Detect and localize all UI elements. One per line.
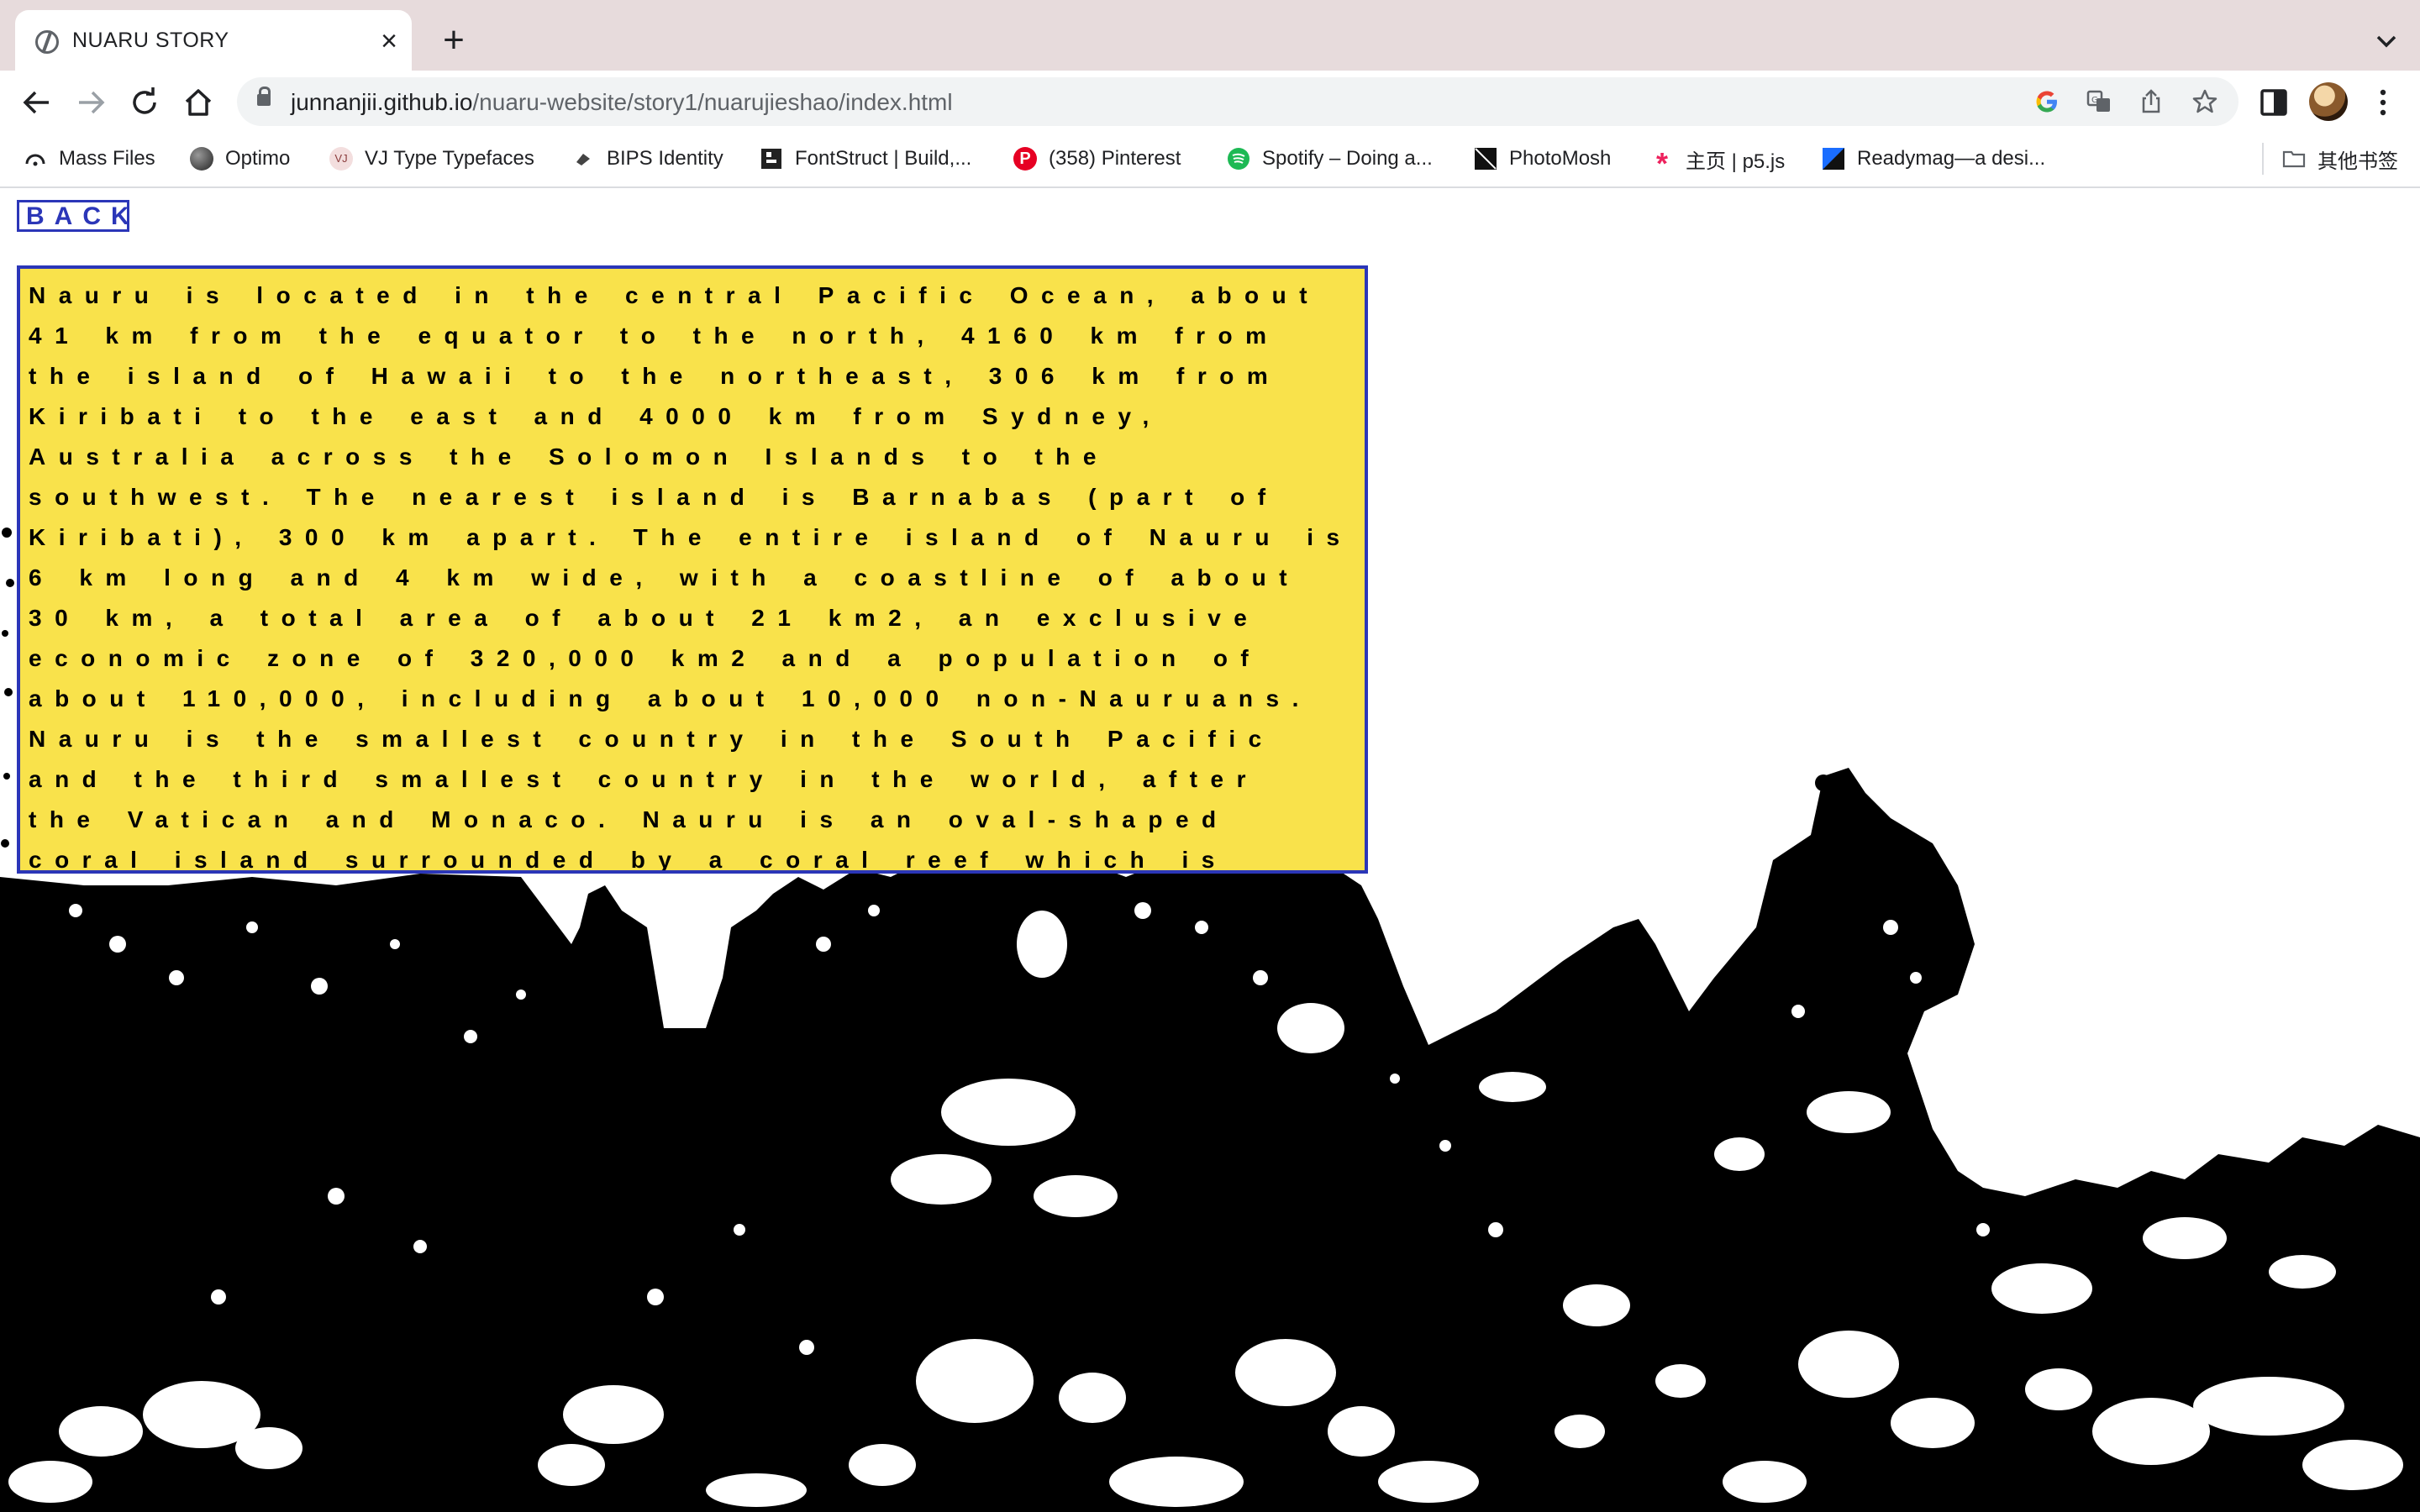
- share-icon[interactable]: [2138, 88, 2165, 115]
- story-panel: Nauru is located in the central Pacific …: [17, 265, 1368, 874]
- bookmark-readymag[interactable]: Readymag—a desi...: [1822, 144, 2045, 173]
- other-bookmarks-folder[interactable]: 其他书签: [2282, 144, 2398, 173]
- folder-icon: [2282, 150, 2306, 168]
- url-text[interactable]: junnanjii.github.io/nuaru-website/story1…: [291, 89, 953, 116]
- bookmark-vj-type[interactable]: VJ VJ Type Typefaces: [329, 144, 534, 173]
- lock-icon[interactable]: [257, 87, 271, 106]
- bookmark-fontstruct[interactable]: FontStruct | Build,...: [760, 144, 971, 173]
- bookmark-photomosh[interactable]: PhotoMosh: [1474, 144, 1611, 173]
- bookmark-p5js[interactable]: * 主页 | p5.js: [1650, 144, 1785, 181]
- bookmark-pinterest[interactable]: P (358) Pinterest: [1013, 144, 1181, 173]
- home-icon[interactable]: [180, 84, 217, 121]
- vj-type-icon: VJ: [329, 147, 353, 171]
- pinterest-icon: P: [1013, 147, 1037, 171]
- tab-strip: NUARU STORY × +: [0, 0, 2420, 72]
- bookmark-optimo[interactable]: Optimo: [190, 144, 290, 173]
- tab-title: NUARU STORY: [72, 29, 229, 52]
- fontstruct-icon: [761, 149, 781, 169]
- svg-text:G: G: [2091, 96, 2098, 105]
- bookmarks-divider: [2262, 143, 2264, 175]
- bookmark-bips[interactable]: BIPS Identity: [571, 144, 723, 173]
- bookmarks-bar: Mass Files Optimo VJ VJ Type Typefaces B…: [0, 133, 2420, 188]
- reload-icon[interactable]: [126, 84, 163, 121]
- globe-icon: [35, 30, 59, 54]
- new-tab-button[interactable]: +: [437, 22, 471, 59]
- spotify-icon: [1228, 148, 1249, 170]
- page-viewport: BACK Nauru is located in the central Pac…: [0, 188, 2420, 1512]
- toolbar: junnanjii.github.io/nuaru-website/story1…: [0, 71, 2420, 133]
- close-icon[interactable]: ×: [375, 27, 403, 55]
- mass-files-icon: [25, 154, 45, 166]
- google-icon[interactable]: [2033, 88, 2060, 115]
- avatar[interactable]: [2309, 82, 2348, 121]
- chevron-down-icon[interactable]: [2370, 25, 2403, 59]
- back-button[interactable]: BACK: [17, 200, 129, 232]
- bookmark-star-icon[interactable]: [2191, 88, 2218, 115]
- p5js-icon: *: [1655, 146, 1668, 181]
- forward-arrow-icon[interactable]: [72, 84, 109, 121]
- readymag-icon: [1823, 148, 1844, 170]
- story-text: Nauru is located in the central Pacific …: [29, 282, 1353, 873]
- optimo-icon: [190, 147, 213, 171]
- address-bar[interactable]: junnanjii.github.io/nuaru-website/story1…: [237, 77, 2238, 126]
- more-menu-icon[interactable]: [2365, 84, 2402, 121]
- side-panel-icon[interactable]: [2255, 84, 2292, 121]
- photomosh-icon: [1475, 148, 1497, 170]
- bookmark-mass-files[interactable]: Mass Files: [24, 144, 155, 173]
- back-arrow-icon[interactable]: [18, 84, 55, 121]
- tab-active[interactable]: NUARU STORY ×: [15, 10, 412, 72]
- translate-icon[interactable]: G: [2086, 88, 2112, 115]
- bips-icon: [576, 154, 590, 165]
- bookmark-spotify[interactable]: Spotify – Doing a...: [1227, 144, 1433, 173]
